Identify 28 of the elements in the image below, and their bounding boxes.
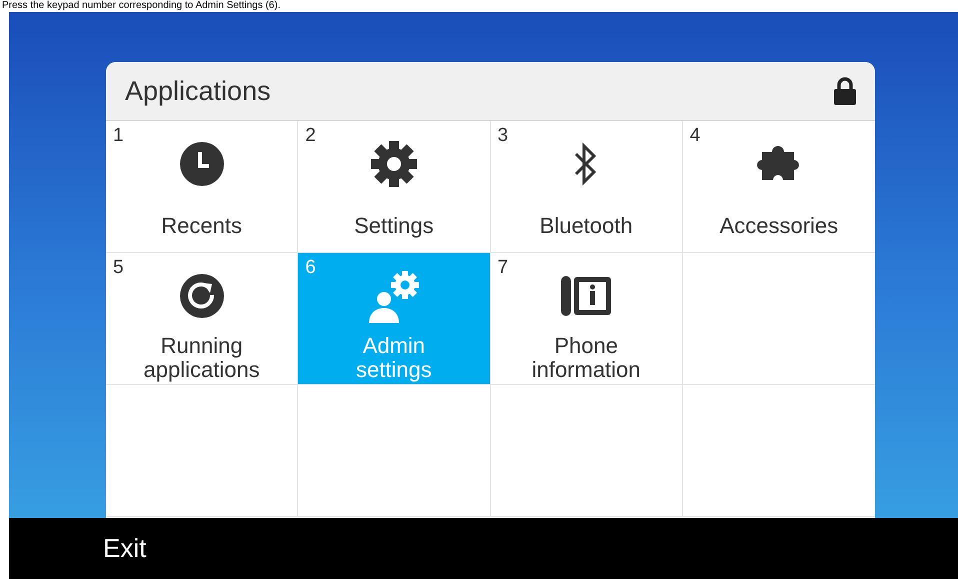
user-gear-icon xyxy=(366,269,421,323)
refresh-icon xyxy=(178,273,225,319)
tile-number: 3 xyxy=(498,125,508,147)
tile-label: Admin settings xyxy=(354,334,433,382)
tile-label: Phone information xyxy=(530,334,642,382)
tile-number: 1 xyxy=(113,125,124,147)
tile-label: Bluetooth xyxy=(540,214,633,238)
tile-label: Recents xyxy=(161,214,242,238)
exit-softkey[interactable]: Exit xyxy=(103,533,146,564)
panel-title: Applications xyxy=(125,76,271,106)
app-tile[interactable]: 7 Phone information xyxy=(490,253,683,385)
lock-icon xyxy=(833,77,857,105)
tile-label: Accessories xyxy=(720,214,838,238)
tile-label: Settings xyxy=(354,214,434,238)
tile-number: 7 xyxy=(498,257,508,279)
app-tile[interactable]: 3 Bluetooth xyxy=(490,121,683,253)
tile-number: 4 xyxy=(690,125,700,147)
settings-icon xyxy=(370,140,418,188)
app-tile[interactable]: 2 Settings xyxy=(298,121,490,253)
tile-number: 5 xyxy=(113,257,124,279)
tile-number: 6 xyxy=(305,257,316,279)
tile-label: Running applications xyxy=(142,334,261,382)
app-tile[interactable]: 5 Running applications xyxy=(106,253,298,385)
phone-info-icon xyxy=(560,275,612,317)
tile-number: 2 xyxy=(305,125,316,147)
instruction-text: Press the keypad number corresponding to Admin Settings (6). xyxy=(1,0,280,12)
app-tile[interactable]: 1 Recents xyxy=(106,121,298,253)
clock-icon xyxy=(178,141,225,187)
